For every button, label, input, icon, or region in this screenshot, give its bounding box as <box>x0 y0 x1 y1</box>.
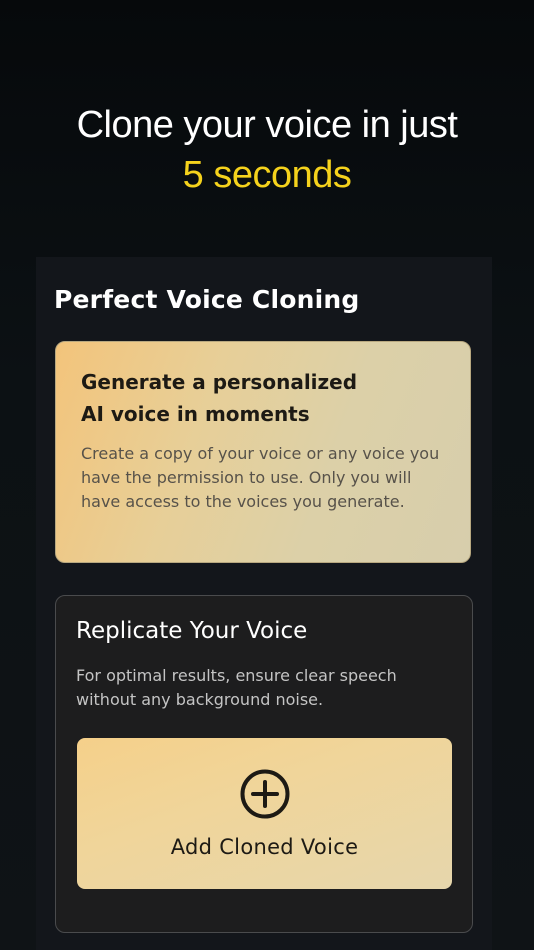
voice-cloning-panel: Perfect Voice Cloning Generate a persona… <box>36 257 492 950</box>
replicate-voice-card: Replicate Your Voice For optimal results… <box>55 595 473 933</box>
panel-title: Perfect Voice Cloning <box>54 285 360 314</box>
info-card-heading-line-2: AI voice in moments <box>81 402 310 426</box>
hero-line-1: Clone your voice in just <box>76 104 458 146</box>
replicate-card-heading: Replicate Your Voice <box>76 618 308 644</box>
plus-circle-icon <box>239 768 291 820</box>
info-card-heading-line-1: Generate a personalized <box>81 370 358 394</box>
hero-line-2-highlight: 5 seconds <box>182 154 352 196</box>
info-card-description: Create a copy of your voice or any voice… <box>81 444 440 511</box>
info-card: Generate a personalized AI voice in mome… <box>55 341 471 563</box>
hero-headline: Clone your voice in just 5 seconds <box>0 100 534 200</box>
info-card-heading: Generate a personalized AI voice in mome… <box>81 366 451 430</box>
add-cloned-voice-label: Add Cloned Voice <box>170 835 359 859</box>
replicate-card-description: For optimal results, ensure clear speech… <box>76 666 397 709</box>
add-cloned-voice-button[interactable]: Add Cloned Voice <box>77 738 452 889</box>
